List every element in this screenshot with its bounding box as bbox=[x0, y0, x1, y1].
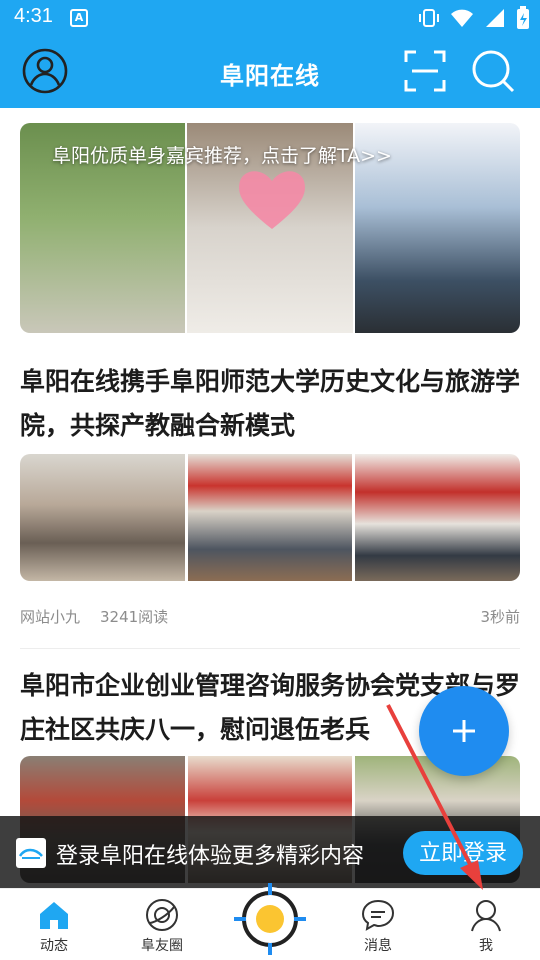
battery-icon bbox=[517, 6, 529, 29]
article-time: 3秒前 bbox=[480, 608, 520, 626]
article-author: 网站小九 bbox=[20, 608, 81, 626]
login-button[interactable]: 立即登录 bbox=[403, 831, 523, 875]
article-title[interactable]: 阜阳在线携手阜阳师范大学历史文化与旅游学院，共探产教融合新模式 bbox=[20, 360, 520, 448]
article-photo bbox=[184, 454, 353, 581]
wifi-icon bbox=[451, 9, 473, 27]
heart-logo-icon bbox=[239, 171, 305, 229]
planet-icon bbox=[146, 899, 178, 931]
system-icons bbox=[418, 6, 530, 30]
home-icon bbox=[40, 902, 68, 929]
tab-label: 动态 bbox=[40, 938, 68, 954]
plus-icon bbox=[453, 720, 475, 742]
divider bbox=[20, 648, 520, 649]
page-title: 阜阳在线 bbox=[220, 62, 320, 90]
user-icon bbox=[471, 900, 501, 932]
add-post-button[interactable] bbox=[419, 686, 509, 776]
vibrate-icon bbox=[419, 9, 439, 27]
banner-text: 阜阳优质单身嘉宾推荐，点击了解TA>> bbox=[52, 145, 392, 167]
status-time: 4:31 bbox=[14, 5, 53, 27]
center-target-icon bbox=[234, 883, 306, 955]
tab-home[interactable]: 动态 bbox=[14, 889, 94, 960]
tab-label: 阜友圈 bbox=[141, 938, 183, 954]
login-prompt-text: 登录阜阳在线体验更多精彩内容 bbox=[56, 844, 365, 869]
tab-messages[interactable]: 消息 bbox=[338, 889, 418, 960]
tab-center[interactable] bbox=[232, 881, 308, 957]
tab-circle[interactable]: 阜友圈 bbox=[122, 889, 202, 960]
scan-icon bbox=[404, 50, 446, 92]
scan-button[interactable] bbox=[404, 50, 446, 96]
bottom-tab-bar: 动态 阜友圈 消息 我 bbox=[0, 883, 540, 960]
search-button[interactable] bbox=[470, 48, 516, 98]
app-header: 阜阳在线 bbox=[0, 36, 540, 108]
signal-icon bbox=[486, 9, 504, 27]
article-photo bbox=[20, 454, 185, 581]
article-photo bbox=[352, 454, 520, 581]
login-prompt-bar: 登录阜阳在线体验更多精彩内容 立即登录 bbox=[0, 816, 540, 890]
article-images[interactable] bbox=[20, 454, 520, 581]
search-icon bbox=[472, 50, 515, 93]
article-reads: 3241阅读 bbox=[100, 608, 169, 626]
notification-icon: A bbox=[70, 9, 88, 27]
tab-label: 我 bbox=[479, 938, 493, 954]
tab-label: 消息 bbox=[364, 938, 392, 954]
app-logo-icon bbox=[16, 838, 46, 868]
message-icon bbox=[361, 899, 395, 931]
status-bar: 4:31 A bbox=[0, 0, 540, 36]
banner-card[interactable]: 阜阳优质单身嘉宾推荐，点击了解TA>> bbox=[20, 123, 520, 333]
tab-me[interactable]: 我 bbox=[446, 889, 526, 960]
